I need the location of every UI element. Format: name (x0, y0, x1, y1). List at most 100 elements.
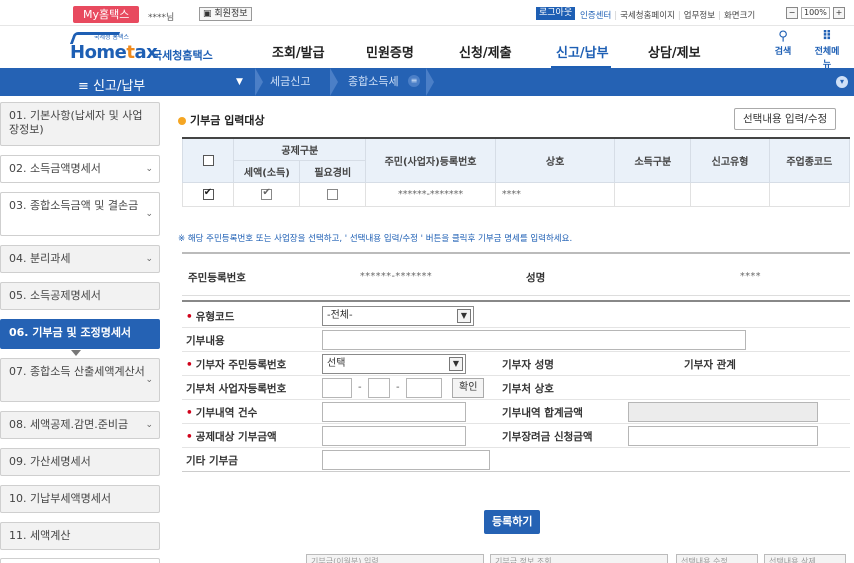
donor-reg-select[interactable]: 선택 ▼ (322, 354, 466, 374)
user-info-label: 회원정보 (214, 9, 248, 19)
search-button[interactable]: ⚲ 검색 (768, 29, 798, 58)
util-link-info[interactable]: 업무정보 (684, 11, 715, 21)
eligible-text: 공제대상 기부금액 (195, 431, 277, 443)
donor-name-label: 기부자 성명 (502, 359, 554, 371)
industry-code-header: 주업종코드 (768, 137, 851, 183)
type-code-select[interactable]: -전체- ▼ (322, 306, 474, 326)
util-link-nts[interactable]: 국세청홈페이지 (620, 11, 675, 21)
tax-credit-checkbox[interactable] (261, 187, 273, 200)
menu-certificates[interactable]: 민원증명 (366, 42, 414, 61)
step-07[interactable]: 07. 종합소득 산출세액계산서 ⌄ (0, 358, 160, 402)
logo-wordmark: Hometax (70, 42, 158, 63)
breadcrumb-tax-report[interactable]: 세금신고 (270, 68, 310, 96)
type-code-value: -전체- (327, 310, 353, 321)
logo-subtitle: 국세청홈택스 (152, 49, 213, 62)
person-info-bar: 주민등록번호 ******-******* 성명 **** (182, 252, 850, 296)
select-all-checkbox[interactable] (202, 154, 214, 166)
row-income-type (614, 181, 692, 207)
menu-apply[interactable]: 신청/제출 (459, 42, 512, 61)
lnb-title[interactable]: ≡ 신고/납부 (78, 75, 145, 94)
zoom-out-button[interactable]: − (786, 7, 798, 19)
caret-down-icon[interactable]: ▼ (236, 77, 243, 87)
table-row[interactable]: ******-******* **** (181, 181, 851, 207)
step-label: 08. 세액공제.감면.준비금 (9, 418, 129, 431)
bizno-part3-input[interactable] (406, 378, 442, 398)
step-11[interactable]: 11. 세액계산 (0, 522, 160, 550)
register-button[interactable]: 등록하기 (484, 510, 541, 534)
donor-reg-label: • 기부자 주민등록번호 (186, 359, 287, 371)
crumb-separator (330, 68, 338, 96)
step-12-partial[interactable] (0, 558, 160, 563)
step-03[interactable]: 03. 종합소득금액 및 결손금 ⌄ (0, 192, 160, 236)
menu-report-pay[interactable]: 신고/납부 (556, 42, 609, 61)
all-menu-label: 전체메뉴 (814, 47, 840, 70)
hometax-logo[interactable]: 국세청 홈택스 Hometax 국세청홈택스 (69, 32, 220, 64)
menu-consult[interactable]: 상담/제보 (648, 42, 701, 61)
global-nav: 국세청 홈택스 Hometax 국세청홈택스 조회/발급 민원증명 신청/제출 … (0, 26, 854, 71)
other-input[interactable] (322, 450, 490, 470)
chevron-down-icon: ▼ (449, 357, 463, 371)
grid-icon: ⠿ (821, 29, 833, 44)
breadcrumb-income-tax[interactable]: 종합소득세 (348, 68, 399, 96)
logout-button[interactable]: 로그아웃 (536, 7, 576, 20)
user-info-button[interactable]: ▣ 회원정보 (199, 7, 252, 21)
donor-relation-label: 기부자 관계 (684, 359, 736, 371)
expense-checkbox[interactable] (327, 188, 339, 200)
bottom-button-1[interactable]: 기부금(이월분) 입력 (306, 554, 484, 563)
step-08[interactable]: 08. 세액공제.감면.준비금 ⌄ (0, 411, 160, 439)
row-reg-no: ******-******* (365, 181, 496, 207)
utility-links: 인증센터 | 국세청홈페이지 | 업무정보 | 화면크기 (580, 11, 756, 21)
dash: - (396, 382, 400, 393)
incentive-input[interactable] (628, 426, 818, 446)
step-09[interactable]: 09. 가산세명세서 (0, 448, 160, 476)
expand-icon[interactable]: ▾ (836, 76, 848, 88)
step-10[interactable]: 10. 기납부세액명세서 (0, 485, 160, 513)
chevron-down-icon: ⌄ (145, 164, 153, 174)
my-hometax-tab[interactable]: My홈택스 (73, 6, 140, 23)
util-link-screen: 화면크기 (723, 11, 756, 21)
step-04[interactable]: 04. 분리과세 ⌄ (0, 245, 160, 273)
name-label: 성명 (526, 272, 546, 284)
incentive-label: 기부장려금 신청금액 (502, 431, 593, 443)
step-01[interactable]: 01. 기본사항(납세자 및 사업장정보) (0, 102, 160, 146)
chevron-down-icon: ⌄ (145, 209, 153, 219)
eligible-label: • 공제대상 기부금액 (186, 431, 277, 443)
zoom-in-button[interactable]: + (833, 7, 845, 19)
eligible-input[interactable] (322, 426, 466, 446)
row-org: 기부처 사업자등록번호 - - 확인 기부처 상호 (182, 376, 850, 400)
reg-no-header: 주민(사업자)등록번호 (365, 137, 496, 183)
search-icon: ⚲ (778, 29, 788, 44)
step-label: 04. 분리과세 (9, 252, 71, 265)
reg-no-value: ******-******* (360, 271, 433, 282)
bullet-dot-icon (178, 117, 186, 125)
all-menu-button[interactable]: ⠿ 전체메뉴 (812, 29, 842, 71)
crumb-dropdown-icon[interactable]: ≡ (408, 75, 420, 87)
org-name-label: 기부처 상호 (502, 383, 554, 395)
step-label: 02. 소득금액명세서 (9, 162, 101, 175)
util-link-cert[interactable]: 인증센터 (580, 11, 611, 21)
row-checkbox[interactable] (202, 187, 214, 200)
bottom-button-3[interactable]: 선택내용 수정 (676, 554, 758, 563)
bottom-button-4[interactable]: 선택내용 삭제 (764, 554, 846, 563)
select-all-cell[interactable] (181, 137, 235, 183)
step-label: 09. 가산세명세서 (9, 455, 91, 468)
bizno-part2-input[interactable] (368, 378, 390, 398)
step-02[interactable]: 02. 소득금액명세서 ⌄ (0, 155, 160, 183)
confirm-button[interactable]: 확인 (452, 378, 485, 398)
step-label: 05. 소득공제명세서 (9, 289, 101, 302)
step-05[interactable]: 05. 소득공제명세서 (0, 282, 160, 310)
count-input[interactable] (322, 402, 466, 422)
content-input[interactable] (322, 330, 746, 350)
dash: - (358, 382, 362, 393)
step-label: 01. 기본사항(납세자 및 사업장정보) (9, 109, 143, 136)
step-label: 06. 기부금 및 조정명세서 (9, 326, 132, 339)
crumb-separator (426, 68, 434, 96)
bizno-part1-input[interactable] (322, 378, 352, 398)
select-edit-button[interactable]: 선택내용 입력/수정 (734, 108, 837, 130)
menu-inquiry[interactable]: 조회/발급 (272, 42, 325, 61)
row-content: 기부내용 (182, 328, 850, 352)
row-report-type (690, 181, 770, 207)
step-06-active[interactable]: 06. 기부금 및 조정명세서 (0, 319, 160, 349)
step-label: 03. 종합소득금액 및 결손금 (9, 199, 139, 212)
bottom-button-2[interactable]: 기부금 정보 조회 (490, 554, 668, 563)
